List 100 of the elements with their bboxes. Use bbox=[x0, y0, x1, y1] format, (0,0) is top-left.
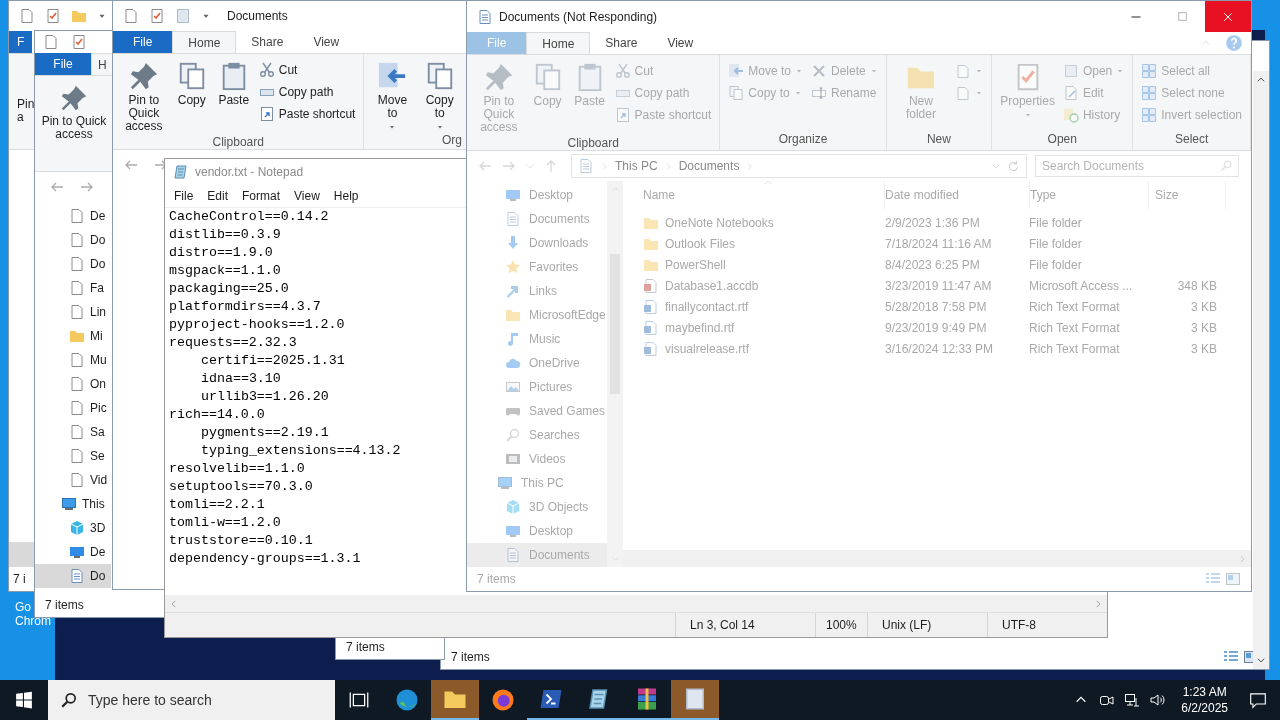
menu-item[interactable]: File bbox=[167, 189, 201, 203]
close-button[interactable] bbox=[1205, 1, 1251, 32]
search-field[interactable]: Search Documents bbox=[1035, 155, 1239, 177]
file-name[interactable]: Database1.accdb bbox=[665, 278, 759, 293]
ribbon-tab[interactable]: Home bbox=[526, 32, 591, 54]
nav-item[interactable]: This bbox=[35, 492, 111, 516]
scrollbar[interactable] bbox=[1253, 71, 1269, 669]
ribbon-button[interactable]: Move to bbox=[369, 57, 416, 131]
nav-item[interactable]: Se bbox=[35, 444, 111, 468]
nav-item[interactable]: 3D bbox=[35, 516, 111, 540]
nav-item[interactable]: Vid bbox=[35, 468, 111, 492]
ribbon-button[interactable]: Copy bbox=[527, 58, 568, 108]
ribbon-button[interactable]: Copy to bbox=[417, 57, 462, 131]
ribbon-button[interactable]: Cut bbox=[255, 59, 359, 81]
nav-item[interactable]: On bbox=[35, 372, 111, 396]
ribbon-button[interactable]: Paste bbox=[213, 57, 254, 107]
search-field[interactable]: Type here to search bbox=[48, 680, 335, 720]
nav-item[interactable] bbox=[9, 542, 35, 567]
ribbon-tab[interactable]: Share bbox=[236, 31, 299, 53]
menu-item[interactable]: Format bbox=[235, 189, 288, 203]
ribbon-button[interactable]: Open bbox=[1059, 60, 1128, 82]
ribbon-tab[interactable]: H bbox=[91, 53, 113, 75]
nav-item[interactable]: Saved Games bbox=[467, 399, 607, 423]
ribbon-button[interactable]: History bbox=[1059, 104, 1128, 126]
nav-item[interactable]: Links bbox=[467, 279, 607, 303]
menu-item[interactable]: Help bbox=[326, 189, 366, 203]
scrollbar[interactable] bbox=[623, 550, 1251, 567]
column-header[interactable]: Size bbox=[1149, 181, 1226, 209]
ribbon-button[interactable]: Copy bbox=[171, 57, 212, 107]
ribbon-button[interactable]: Paste bbox=[569, 58, 610, 108]
ribbon-button[interactable]: Paste shortcut bbox=[255, 103, 359, 125]
nav-item[interactable]: Fa bbox=[35, 276, 111, 300]
file-name[interactable]: visualrelease.rtf bbox=[665, 341, 750, 356]
ribbon-button[interactable]: Copy to bbox=[725, 82, 806, 104]
shortcut-icon bbox=[258, 106, 275, 122]
nav-item[interactable]: Desktop bbox=[467, 519, 607, 543]
breadcrumb[interactable]: This PC bbox=[615, 159, 658, 173]
nav-item[interactable]: Favorites bbox=[467, 255, 607, 279]
nav-item[interactable]: Mi bbox=[35, 324, 111, 348]
nav-item[interactable]: Lin bbox=[35, 300, 111, 324]
nav-item[interactable]: De bbox=[35, 540, 111, 564]
menu-item[interactable]: Edit bbox=[200, 189, 236, 203]
nav-item[interactable]: Do bbox=[35, 564, 111, 588]
nav-item[interactable]: Documents bbox=[467, 207, 607, 231]
nav-item[interactable]: Pic bbox=[35, 396, 111, 420]
ribbon-tab[interactable]: F bbox=[9, 31, 33, 53]
nav-item[interactable]: Sa bbox=[35, 420, 111, 444]
ribbon-tab[interactable]: File bbox=[113, 31, 173, 53]
column-header[interactable]: Name bbox=[623, 181, 885, 209]
nav-item[interactable]: OneDrive bbox=[467, 351, 607, 375]
ribbon-button[interactable]: Delete bbox=[808, 60, 881, 82]
file-name[interactable]: maybefind.rtf bbox=[665, 320, 735, 335]
ribbon-button[interactable]: Pin to Quick access bbox=[41, 80, 107, 167]
ribbon-tab[interactable]: View bbox=[298, 31, 355, 53]
document-icon bbox=[69, 568, 85, 584]
nav-item[interactable]: Do bbox=[35, 228, 111, 252]
nav-item[interactable]: Desktop bbox=[467, 183, 607, 207]
ribbon-button[interactable]: Pin to Quick access bbox=[118, 57, 170, 133]
nav-item[interactable]: Music bbox=[467, 327, 607, 351]
menu-item[interactable]: View bbox=[287, 189, 327, 203]
scrollbar[interactable] bbox=[607, 181, 623, 567]
ribbon-tab[interactable]: File bbox=[467, 32, 527, 54]
nav-item[interactable]: Pictures bbox=[467, 375, 607, 399]
nav-item[interactable]: De bbox=[35, 204, 111, 228]
nav-item[interactable]: Downloads bbox=[467, 231, 607, 255]
ribbon-button[interactable]: Move to bbox=[725, 60, 806, 82]
file-name[interactable]: PowerShell bbox=[665, 257, 726, 272]
scrollbar[interactable] bbox=[165, 595, 1107, 612]
nav-item[interactable]: Mu bbox=[35, 348, 111, 372]
nav-item[interactable]: Documents bbox=[467, 543, 607, 567]
ribbon-tab[interactable]: Home bbox=[172, 31, 237, 53]
nav-item[interactable]: This PC bbox=[467, 471, 607, 495]
file-name[interactable]: Outlook Files bbox=[665, 236, 736, 251]
ribbon-button[interactable]: Select none bbox=[1138, 82, 1245, 104]
document-icon bbox=[69, 208, 85, 224]
breadcrumb[interactable]: Documents bbox=[678, 159, 740, 173]
nav-item[interactable]: Searches bbox=[467, 423, 607, 447]
ribbon-button[interactable]: Invert selection bbox=[1138, 104, 1245, 126]
nav-item[interactable]: Videos bbox=[467, 447, 607, 471]
ribbon-button[interactable]: Edit bbox=[1059, 82, 1128, 104]
column-header[interactable]: Date modified bbox=[885, 181, 1030, 209]
ribbon-tab[interactable]: View bbox=[652, 32, 709, 54]
ribbon-button[interactable]: Cut bbox=[611, 60, 715, 82]
ribbon-button[interactable]: Rename bbox=[808, 82, 881, 104]
ribbon-button[interactable]: Select all bbox=[1138, 60, 1245, 82]
nav-item[interactable]: Do bbox=[35, 252, 111, 276]
file-name[interactable]: OneNote Notebooks bbox=[665, 215, 774, 230]
ribbon-tab[interactable]: Share bbox=[590, 32, 653, 54]
ribbon-button[interactable]: Pin to Quick access bbox=[472, 58, 526, 134]
ribbon-button[interactable]: Copy path bbox=[255, 81, 359, 103]
ribbon-button[interactable]: Copy path bbox=[611, 82, 715, 104]
nav-item[interactable]: 3D Objects bbox=[467, 495, 607, 519]
ribbon-button[interactable]: Properties bbox=[997, 58, 1058, 119]
ribbon-tab[interactable]: File bbox=[35, 53, 91, 75]
address-bar[interactable]: This PC Documents bbox=[571, 154, 1027, 178]
nav-item[interactable]: MicrosoftEdge bbox=[467, 303, 607, 327]
ribbon-button[interactable]: Paste shortcut bbox=[611, 104, 715, 126]
file-name[interactable]: finallycontact.rtf bbox=[665, 299, 749, 314]
ribbon-button[interactable]: New folder bbox=[891, 58, 951, 121]
column-header[interactable]: Type bbox=[1030, 181, 1149, 209]
